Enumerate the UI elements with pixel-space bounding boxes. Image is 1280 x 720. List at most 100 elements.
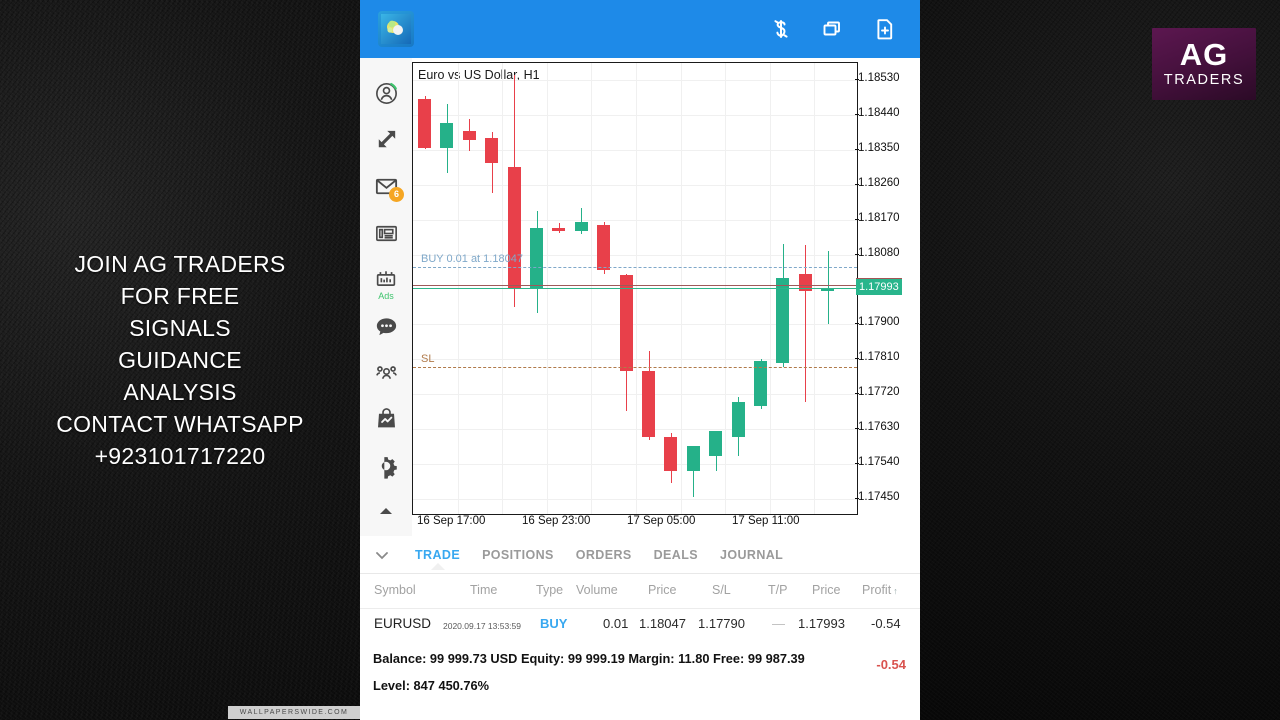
gridline-horizontal [413, 359, 857, 361]
price-tick: 1.17810 [855, 351, 900, 364]
row-profit: -0.54 [871, 616, 901, 631]
table-header: Symbol Time Type Volume Price S/L T/P Pr… [360, 574, 920, 609]
new-order-icon[interactable] [872, 16, 898, 42]
price-tick: 1.18350 [855, 142, 900, 155]
col-tp[interactable]: T/P [768, 583, 787, 597]
chart-area[interactable]: Euro vs US Dollar, H1 BUY 0.01 at 1.1804… [412, 58, 920, 536]
col-symbol[interactable]: Symbol [374, 583, 416, 597]
col-type[interactable]: Type [536, 583, 563, 597]
time-tick: 17 Sep 05:00 [627, 515, 696, 527]
candle-wick [693, 467, 695, 497]
promo-panel: JOIN AG TRADERS FOR FREE SIGNALS GUIDANC… [0, 0, 360, 720]
promo-line-5: ANALYSIS [123, 379, 237, 405]
promo-line-6: CONTACT WHATSAPP [56, 411, 304, 437]
sidebar-item-market[interactable] [364, 396, 408, 443]
price-tick: 1.18080 [855, 246, 900, 259]
col-time[interactable]: Time [470, 583, 497, 597]
col-current-price[interactable]: Price [812, 583, 840, 597]
candle-body [776, 277, 790, 364]
promo-line-1: JOIN AG TRADERS [74, 251, 286, 277]
price-axis[interactable]: 1.18530 1.18440 1.18350 1.18260 1.18170 1.180… [855, 58, 920, 536]
candle-body [597, 224, 611, 271]
candle-body [485, 137, 499, 164]
summary-line-level: Level: 847 450.76% [373, 678, 489, 693]
row-tp: — [772, 616, 785, 631]
currency-exchange-icon[interactable] [768, 16, 794, 42]
candle-body [507, 167, 521, 290]
mail-badge: 6 [389, 186, 404, 202]
col-sl[interactable]: S/L [712, 583, 731, 597]
toolbar-actions [768, 16, 898, 42]
gridline-horizontal [413, 80, 857, 82]
time-tick: 17 Sep 11:00 [732, 515, 800, 527]
candle-body [731, 401, 745, 438]
sidebar-item-more[interactable] [364, 489, 408, 536]
gridline-horizontal [413, 428, 857, 430]
left-sidebar: 6 Ads [360, 58, 412, 536]
price-tick: 1.18260 [855, 177, 900, 189]
summary-line-balance: Balance: 99 999.73 USD Equity: 99 999.19… [373, 651, 805, 666]
gridline-horizontal [413, 185, 857, 186]
candle-body [574, 222, 588, 232]
tab-positions[interactable]: POSITIONS [471, 548, 565, 562]
gridline-horizontal [413, 115, 857, 117]
tab-trade[interactable]: TRADE [404, 548, 471, 562]
promo-text-block: JOIN AG TRADERS FOR FREE SIGNALS GUIDANC… [0, 248, 360, 472]
row-time: 2020.09.17 13:53:59 [443, 621, 521, 631]
bid-price-line [413, 285, 857, 287]
gridline-horizontal [413, 498, 857, 500]
promo-line-7: +923101717220 [94, 443, 266, 469]
bottom-tabs: TRADE POSITIONS ORDERS DEALS JOURNAL [360, 536, 920, 574]
price-tick: 1.18530 [855, 72, 900, 85]
candle-body [709, 430, 723, 456]
candle-body [664, 436, 678, 472]
gridline-horizontal [413, 324, 857, 326]
col-price[interactable]: Price [648, 583, 676, 597]
sidebar-item-news[interactable] [364, 210, 408, 257]
tab-deals[interactable]: DEALS [643, 548, 709, 562]
row-current-price: 1.17993 [798, 616, 845, 631]
stop-loss-level-line[interactable] [413, 366, 857, 368]
sidebar-item-traders-community[interactable] [364, 350, 408, 397]
time-axis: 16 Sep 17:00 16 Sep 23:00 17 Sep 05:00 17 S… [412, 512, 872, 534]
chart-plot[interactable]: Euro vs US Dollar, H1 BUY 0.01 at 1.1804… [412, 62, 858, 515]
time-tick: 16 Sep 17:00 [417, 515, 486, 527]
col-profit[interactable]: Profit ↑ [862, 583, 898, 597]
candle-body [418, 99, 431, 149]
price-tick: 1.17900 [855, 316, 900, 329]
buy-level-line[interactable] [413, 267, 857, 269]
sidebar-item-accounts[interactable] [364, 70, 408, 117]
metatrader-app-icon[interactable] [378, 11, 414, 47]
sidebar-item-trade[interactable] [364, 117, 408, 164]
ag-traders-logo: AG TRADERS [1152, 28, 1256, 100]
promo-line-3: SIGNALS [129, 315, 231, 341]
row-symbol: EURUSD [374, 616, 432, 631]
candle-body [530, 227, 543, 289]
windows-copy-icon[interactable] [820, 16, 846, 42]
sidebar-item-ads[interactable]: Ads [364, 256, 408, 303]
sidebar-item-mailbox[interactable]: 6 [364, 163, 408, 210]
gridline-horizontal [413, 463, 857, 465]
price-tick: 1.17720 [855, 386, 900, 398]
candle-wick [805, 245, 807, 402]
stop-loss-level-label: SL [421, 352, 435, 365]
logo-secondary-text: TRADERS [1163, 71, 1245, 88]
table-row[interactable]: EURUSD 2020.09.17 13:53:59 BUY 0.01 1.18… [360, 609, 920, 641]
right-panel [920, 0, 1280, 720]
account-summary: Balance: 99 999.73 USD Equity: 99 999.19… [360, 641, 920, 697]
tab-orders[interactable]: ORDERS [565, 548, 643, 562]
candle-body [552, 228, 566, 231]
time-tick: 16 Sep 23:00 [522, 515, 591, 527]
row-type: BUY [540, 616, 568, 631]
ask-price-line [413, 288, 857, 290]
current-price-badge: 1.17993 [856, 278, 902, 296]
promo-line-4: GUIDANCE [118, 347, 242, 373]
col-volume[interactable]: Volume [576, 583, 618, 597]
sidebar-item-settings[interactable] [364, 443, 408, 490]
sidebar-item-chat[interactable] [364, 303, 408, 350]
chevron-down-icon[interactable] [360, 545, 404, 565]
price-tick: 1.17630 [855, 420, 900, 433]
tab-journal[interactable]: JOURNAL [709, 548, 794, 562]
promo-line-2: FOR FREE [120, 283, 240, 309]
summary-total-profit: -0.54 [876, 657, 906, 672]
